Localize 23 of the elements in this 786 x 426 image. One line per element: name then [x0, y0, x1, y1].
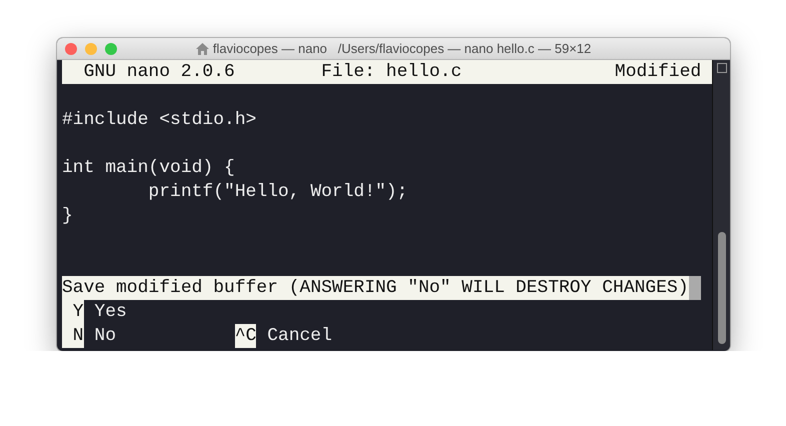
window-title: flaviocopes — nano /Users/flaviocopes — nano hello.c — 59×12 — [212, 40, 592, 58]
split-pane-icon[interactable] — [717, 63, 727, 73]
code-line: int main(void) { — [62, 158, 235, 178]
shortcut-label: No — [94, 325, 116, 348]
maximize-icon[interactable] — [105, 43, 117, 55]
file-name: File: hello.c — [321, 61, 462, 84]
code-line: printf("Hello, World!"); — [147, 182, 408, 202]
modified-status: Modified — [614, 61, 702, 84]
shortcut-key[interactable]: N — [62, 324, 84, 348]
shortcut-label: Cancel — [267, 325, 332, 348]
code-line: } — [62, 206, 73, 226]
shortcut-key[interactable]: Y — [62, 300, 84, 324]
house-icon — [196, 42, 209, 54]
scrollbar-thumb[interactable] — [718, 232, 726, 344]
cursor-block — [688, 276, 701, 300]
code-line: #include <stdio.h> — [62, 110, 256, 130]
shortcut-key[interactable]: ^C — [234, 324, 256, 348]
app-version: GNU nano 2.0.6 — [84, 61, 236, 84]
prompt-message: Save modified buffer (ANSWERING "No" WILL DESTROY CHANGES) — [62, 276, 689, 300]
minimize-icon[interactable] — [85, 43, 97, 55]
scrollbar[interactable] — [712, 60, 730, 350]
close-icon[interactable] — [65, 43, 77, 55]
shortcut-label: Yes — [94, 301, 127, 324]
